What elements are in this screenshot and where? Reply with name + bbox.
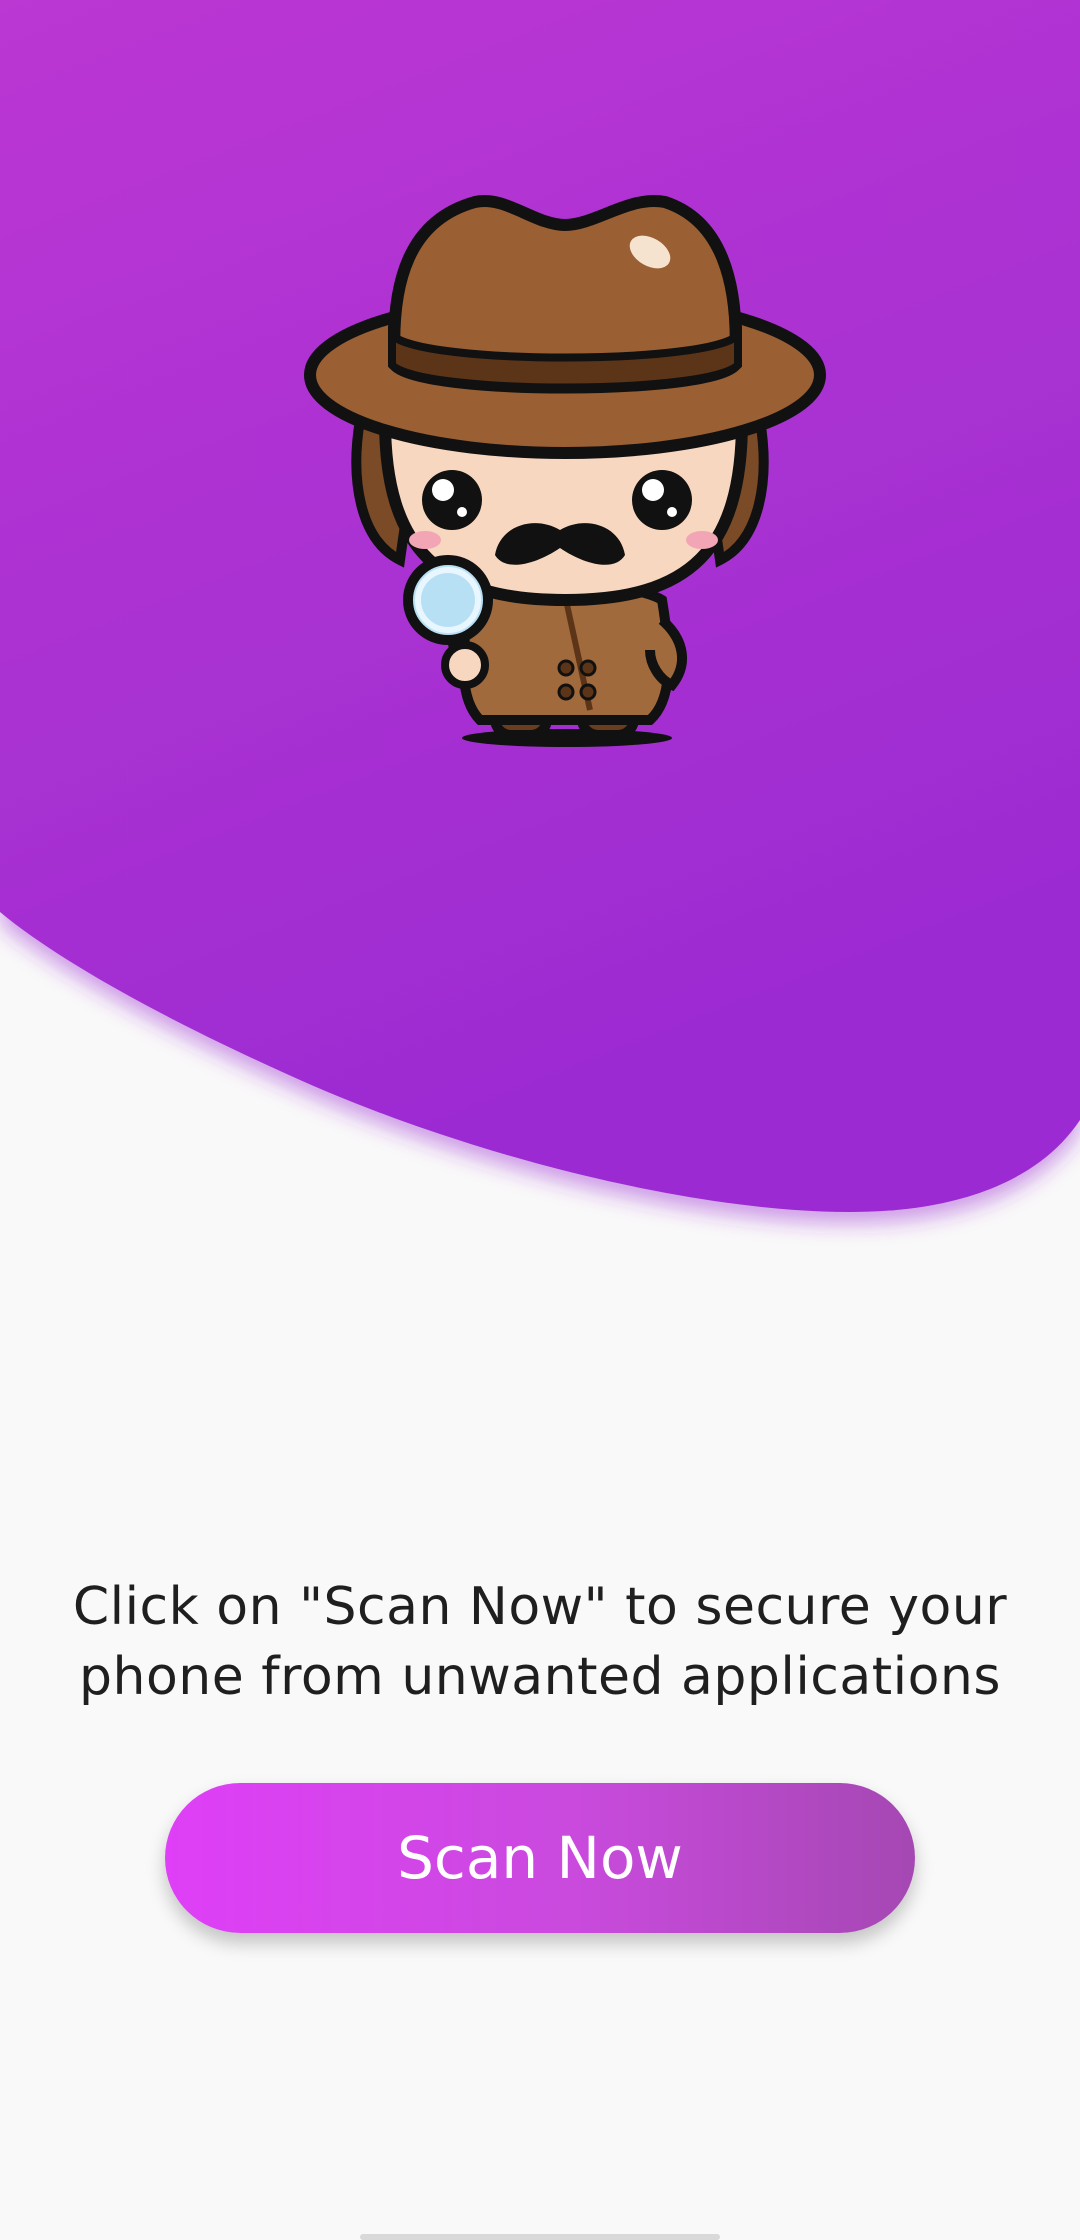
scan-instruction-text: Click on "Scan Now" to secure your phone… [60, 1572, 1020, 1712]
detective-mascot-icon [304, 194, 826, 747]
scan-screen: Click on "Scan Now" to secure your phone… [0, 0, 1080, 2240]
scan-now-button[interactable]: Scan Now [165, 1783, 915, 1933]
scan-instruction-line-2: phone from unwanted applications [79, 1647, 1001, 1707]
scan-instruction-line-1: Click on "Scan Now" to secure your [72, 1577, 1008, 1637]
scan-now-button-label: Scan Now [397, 1824, 683, 1892]
home-indicator[interactable] [360, 2234, 720, 2240]
